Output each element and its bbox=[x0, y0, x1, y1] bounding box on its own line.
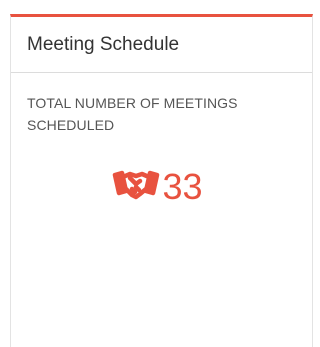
meeting-count: 33 bbox=[162, 166, 203, 207]
metric-label: TOTAL NUMBER OF MEETINGS SCHEDULED bbox=[27, 95, 238, 133]
handshake-icon bbox=[112, 167, 160, 203]
metric-row: 33 bbox=[19, 163, 296, 207]
card-header: Meeting Schedule bbox=[11, 17, 312, 73]
card-title: Meeting Schedule bbox=[27, 33, 180, 55]
meeting-schedule-card: Meeting Schedule TOTAL NUMBER OF MEETING… bbox=[10, 14, 313, 347]
card-body: TOTAL NUMBER OF MEETINGS SCHEDULED 33 bbox=[11, 73, 312, 207]
